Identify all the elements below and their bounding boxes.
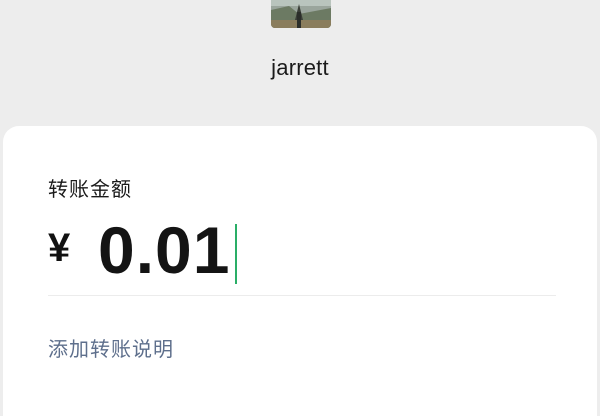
payee-name: jarrett — [271, 55, 329, 80]
transfer-card: 转账金额 ¥ 0.01 添加转账说明 — [3, 126, 597, 416]
payee-avatar[interactable] — [271, 0, 331, 28]
amount-label: 转账金额 — [48, 179, 132, 201]
text-caret — [235, 224, 237, 284]
amount-divider — [48, 295, 556, 296]
amount-input[interactable]: ¥ 0.01 — [48, 213, 558, 290]
add-transfer-note-link[interactable]: 添加转账说明 — [48, 333, 174, 362]
currency-symbol: ¥ — [48, 226, 71, 270]
landscape-photo-icon — [271, 0, 331, 28]
amount-value: 0.01 — [98, 213, 231, 287]
payee-header: jarrett — [0, 0, 600, 130]
